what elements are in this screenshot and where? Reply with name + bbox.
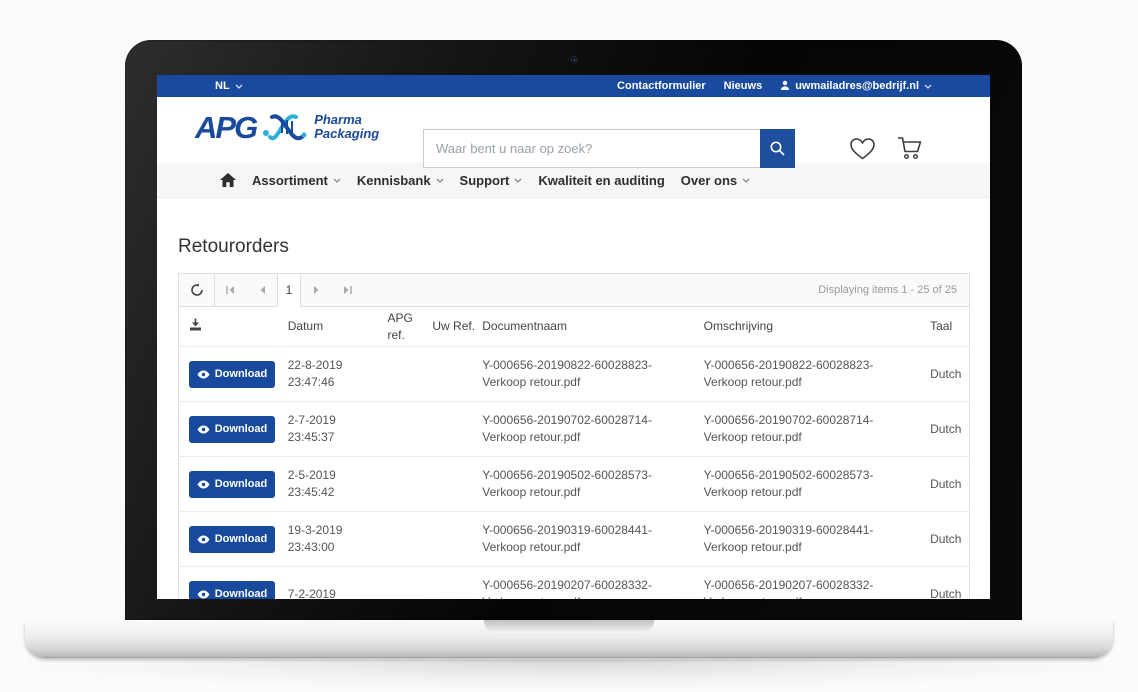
column-header-taal[interactable]: Taal	[924, 318, 969, 335]
grid-header-row: Datum APG ref. Uw Ref. Documentnaam Omsc…	[179, 307, 969, 346]
table-row: Download 2-5-201923:45:42 Y-000656-20190…	[179, 456, 969, 511]
wishlist-button[interactable]	[849, 135, 876, 162]
home-icon[interactable]	[220, 173, 236, 187]
laptop-screen: NL Contactformulier Nieuws uwmailadres@b…	[157, 75, 990, 599]
eye-icon	[197, 370, 210, 379]
last-page-icon	[342, 285, 353, 295]
row-document: Y-000656-20190822-60028823-Verkoop retou…	[478, 357, 699, 391]
column-header-apg-ref[interactable]: APG ref.	[383, 310, 428, 344]
nav-item-over-ons[interactable]: Over ons	[681, 173, 750, 188]
row-language: Dutch	[924, 366, 969, 383]
row-language: Dutch	[924, 586, 969, 600]
prev-page-icon	[258, 285, 266, 295]
last-page-button[interactable]	[332, 274, 363, 307]
row-document: Y-000656-20190502-60028573-Verkoop retou…	[478, 467, 699, 501]
table-row: Download 22-8-201923:47:46 Y-000656-2019…	[179, 346, 969, 401]
table-row: Download 19-3-201923:43:00 Y-000656-2019…	[179, 511, 969, 566]
refresh-icon	[190, 283, 204, 297]
eye-icon	[197, 425, 210, 434]
cart-icon	[896, 136, 923, 162]
refresh-button[interactable]	[179, 274, 215, 307]
chevron-down-icon	[333, 178, 341, 183]
laptop-base-notch	[484, 620, 654, 633]
row-date: 2-5-201923:45:42	[284, 467, 384, 501]
dna-logo-icon	[262, 109, 308, 145]
user-icon	[780, 80, 790, 93]
laptop-base	[25, 620, 1113, 658]
row-language: Dutch	[924, 421, 969, 438]
language-selector[interactable]: NL	[215, 80, 243, 92]
download-button[interactable]: Download	[189, 361, 275, 388]
laptop-reflection	[25, 660, 1113, 690]
next-page-icon	[313, 285, 321, 295]
topbar: NL Contactformulier Nieuws uwmailadres@b…	[157, 75, 990, 97]
column-header-documentnaam[interactable]: Documentnaam	[478, 318, 699, 335]
row-document: Y-000656-20190702-60028714-Verkoop retou…	[478, 412, 699, 446]
site-header: APG Pharma Packaging	[157, 97, 990, 163]
row-date: 22-8-201923:47:46	[284, 357, 384, 391]
row-date: 19-3-201923:43:00	[284, 522, 384, 556]
page-title: Retourorders	[178, 236, 969, 258]
apg-logotype: APG	[195, 112, 256, 143]
nav-item-support[interactable]: Support	[460, 173, 523, 188]
retourorders-grid: 1 Displaying items 1 - 25 of 25	[178, 273, 970, 599]
row-description: Y-000656-20190822-60028823-Verkoop retou…	[700, 357, 924, 391]
chevron-down-icon	[514, 178, 522, 183]
account-menu[interactable]: uwmailadres@bedrijf.nl	[780, 80, 932, 93]
search-bar	[423, 129, 795, 168]
row-date: 2-7-201923:45:37	[284, 412, 384, 446]
table-row: Download 2-7-201923:45:37 Y-000656-20190…	[179, 401, 969, 456]
row-language: Dutch	[924, 531, 969, 548]
chevron-down-icon	[235, 84, 243, 89]
table-row: Download 7-2-2019 Y-000656-20190207-6002…	[179, 566, 969, 599]
language-label: NL	[215, 80, 230, 92]
row-description: Y-000656-20190702-60028714-Verkoop retou…	[700, 412, 924, 446]
nav-item-kwaliteit[interactable]: Kwaliteit en auditing	[538, 173, 664, 188]
download-button[interactable]: Download	[189, 471, 275, 498]
row-description: Y-000656-20190319-60028441-Verkoop retou…	[700, 522, 924, 556]
column-header-datum[interactable]: Datum	[284, 318, 384, 335]
download-icon	[189, 318, 202, 331]
current-page[interactable]: 1	[277, 274, 301, 307]
eye-icon	[197, 535, 210, 544]
cart-button[interactable]	[896, 135, 923, 162]
row-description: Y-000656-20190207-60028332-Verkoop retou…	[700, 577, 924, 599]
row-language: Dutch	[924, 476, 969, 493]
chevron-down-icon	[436, 178, 444, 183]
first-page-button[interactable]	[215, 274, 246, 307]
prev-page-button[interactable]	[246, 274, 277, 307]
nav-item-kennisbank[interactable]: Kennisbank	[357, 173, 444, 188]
column-header-uw-ref[interactable]: Uw Ref.	[428, 318, 478, 335]
pager-status: Displaying items 1 - 25 of 25	[818, 284, 969, 296]
download-all-header[interactable]	[179, 318, 284, 336]
download-button[interactable]: Download	[189, 416, 275, 443]
search-button[interactable]	[760, 129, 795, 168]
chevron-down-icon	[742, 178, 750, 183]
main-nav: Assortiment Kennisbank Support Kwaliteit…	[157, 163, 990, 198]
user-email: uwmailadres@bedrijf.nl	[795, 80, 919, 92]
row-description: Y-000656-20190502-60028573-Verkoop retou…	[700, 467, 924, 501]
grid-pager: 1 Displaying items 1 - 25 of 25	[179, 274, 969, 307]
search-icon	[769, 140, 786, 157]
row-document: Y-000656-20190319-60028441-Verkoop retou…	[478, 522, 699, 556]
nav-item-assortiment[interactable]: Assortiment	[252, 173, 341, 188]
news-link[interactable]: Nieuws	[724, 80, 763, 92]
webcam	[570, 56, 577, 63]
column-header-omschrijving[interactable]: Omschrijving	[700, 318, 924, 335]
contact-link[interactable]: Contactformulier	[617, 80, 706, 92]
eye-icon	[197, 590, 210, 599]
row-document: Y-000656-20190207-60028332-Verkoop retou…	[478, 577, 699, 599]
first-page-icon	[225, 285, 236, 295]
heart-icon	[849, 137, 876, 161]
eye-icon	[197, 480, 210, 489]
next-page-button[interactable]	[301, 274, 332, 307]
apg-logo[interactable]: APG Pharma Packaging	[195, 109, 379, 145]
download-button[interactable]: Download	[189, 581, 275, 600]
download-button[interactable]: Download	[189, 526, 275, 553]
logo-subtitle: Pharma Packaging	[314, 113, 379, 141]
search-input[interactable]	[423, 129, 760, 168]
row-date: 7-2-2019	[284, 586, 384, 600]
chevron-down-icon	[924, 84, 932, 89]
